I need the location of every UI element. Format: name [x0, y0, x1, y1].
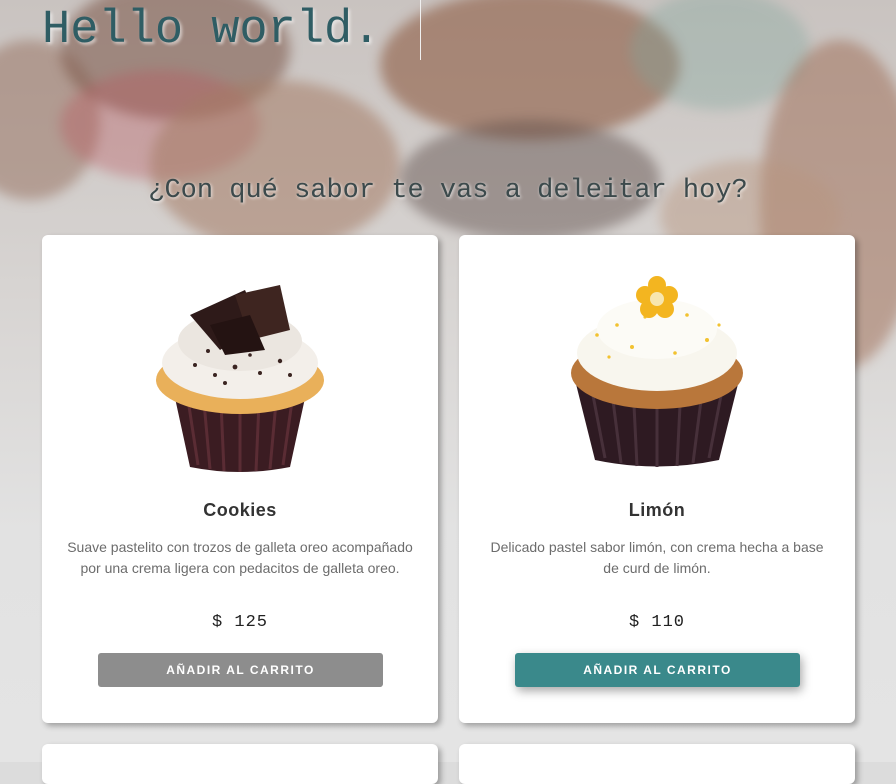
product-title: Cookies [203, 500, 277, 520]
add-to-cart-button[interactable]: AÑADIR AL CARRITO [515, 653, 800, 687]
product-card [459, 744, 855, 784]
lemon-cupcake-image [571, 276, 743, 467]
product-price: $ 110 [628, 613, 685, 632]
product-card [42, 744, 438, 784]
product-price: $ 125 [211, 613, 268, 632]
text-cursor [420, 0, 421, 60]
product-description: Suave pastelito con trozos de galleta or… [67, 539, 413, 576]
product-card-limon: Limón Delicado pastel sabor limón, con c… [459, 235, 855, 723]
section-subtitle: ¿Con qué sabor te vas a deleitar hoy? [148, 176, 748, 206]
add-to-cart-button[interactable]: AÑADIR AL CARRITO [98, 653, 383, 687]
product-description: Delicado pastel sabor limón, con crema h… [490, 539, 824, 576]
product-title: Limón [628, 500, 686, 520]
product-card-cookies: Cookies Suave pastelito con trozos de ga… [42, 235, 438, 723]
hero-title: Hello world. [42, 4, 381, 57]
cookies-cupcake-image [156, 285, 324, 472]
